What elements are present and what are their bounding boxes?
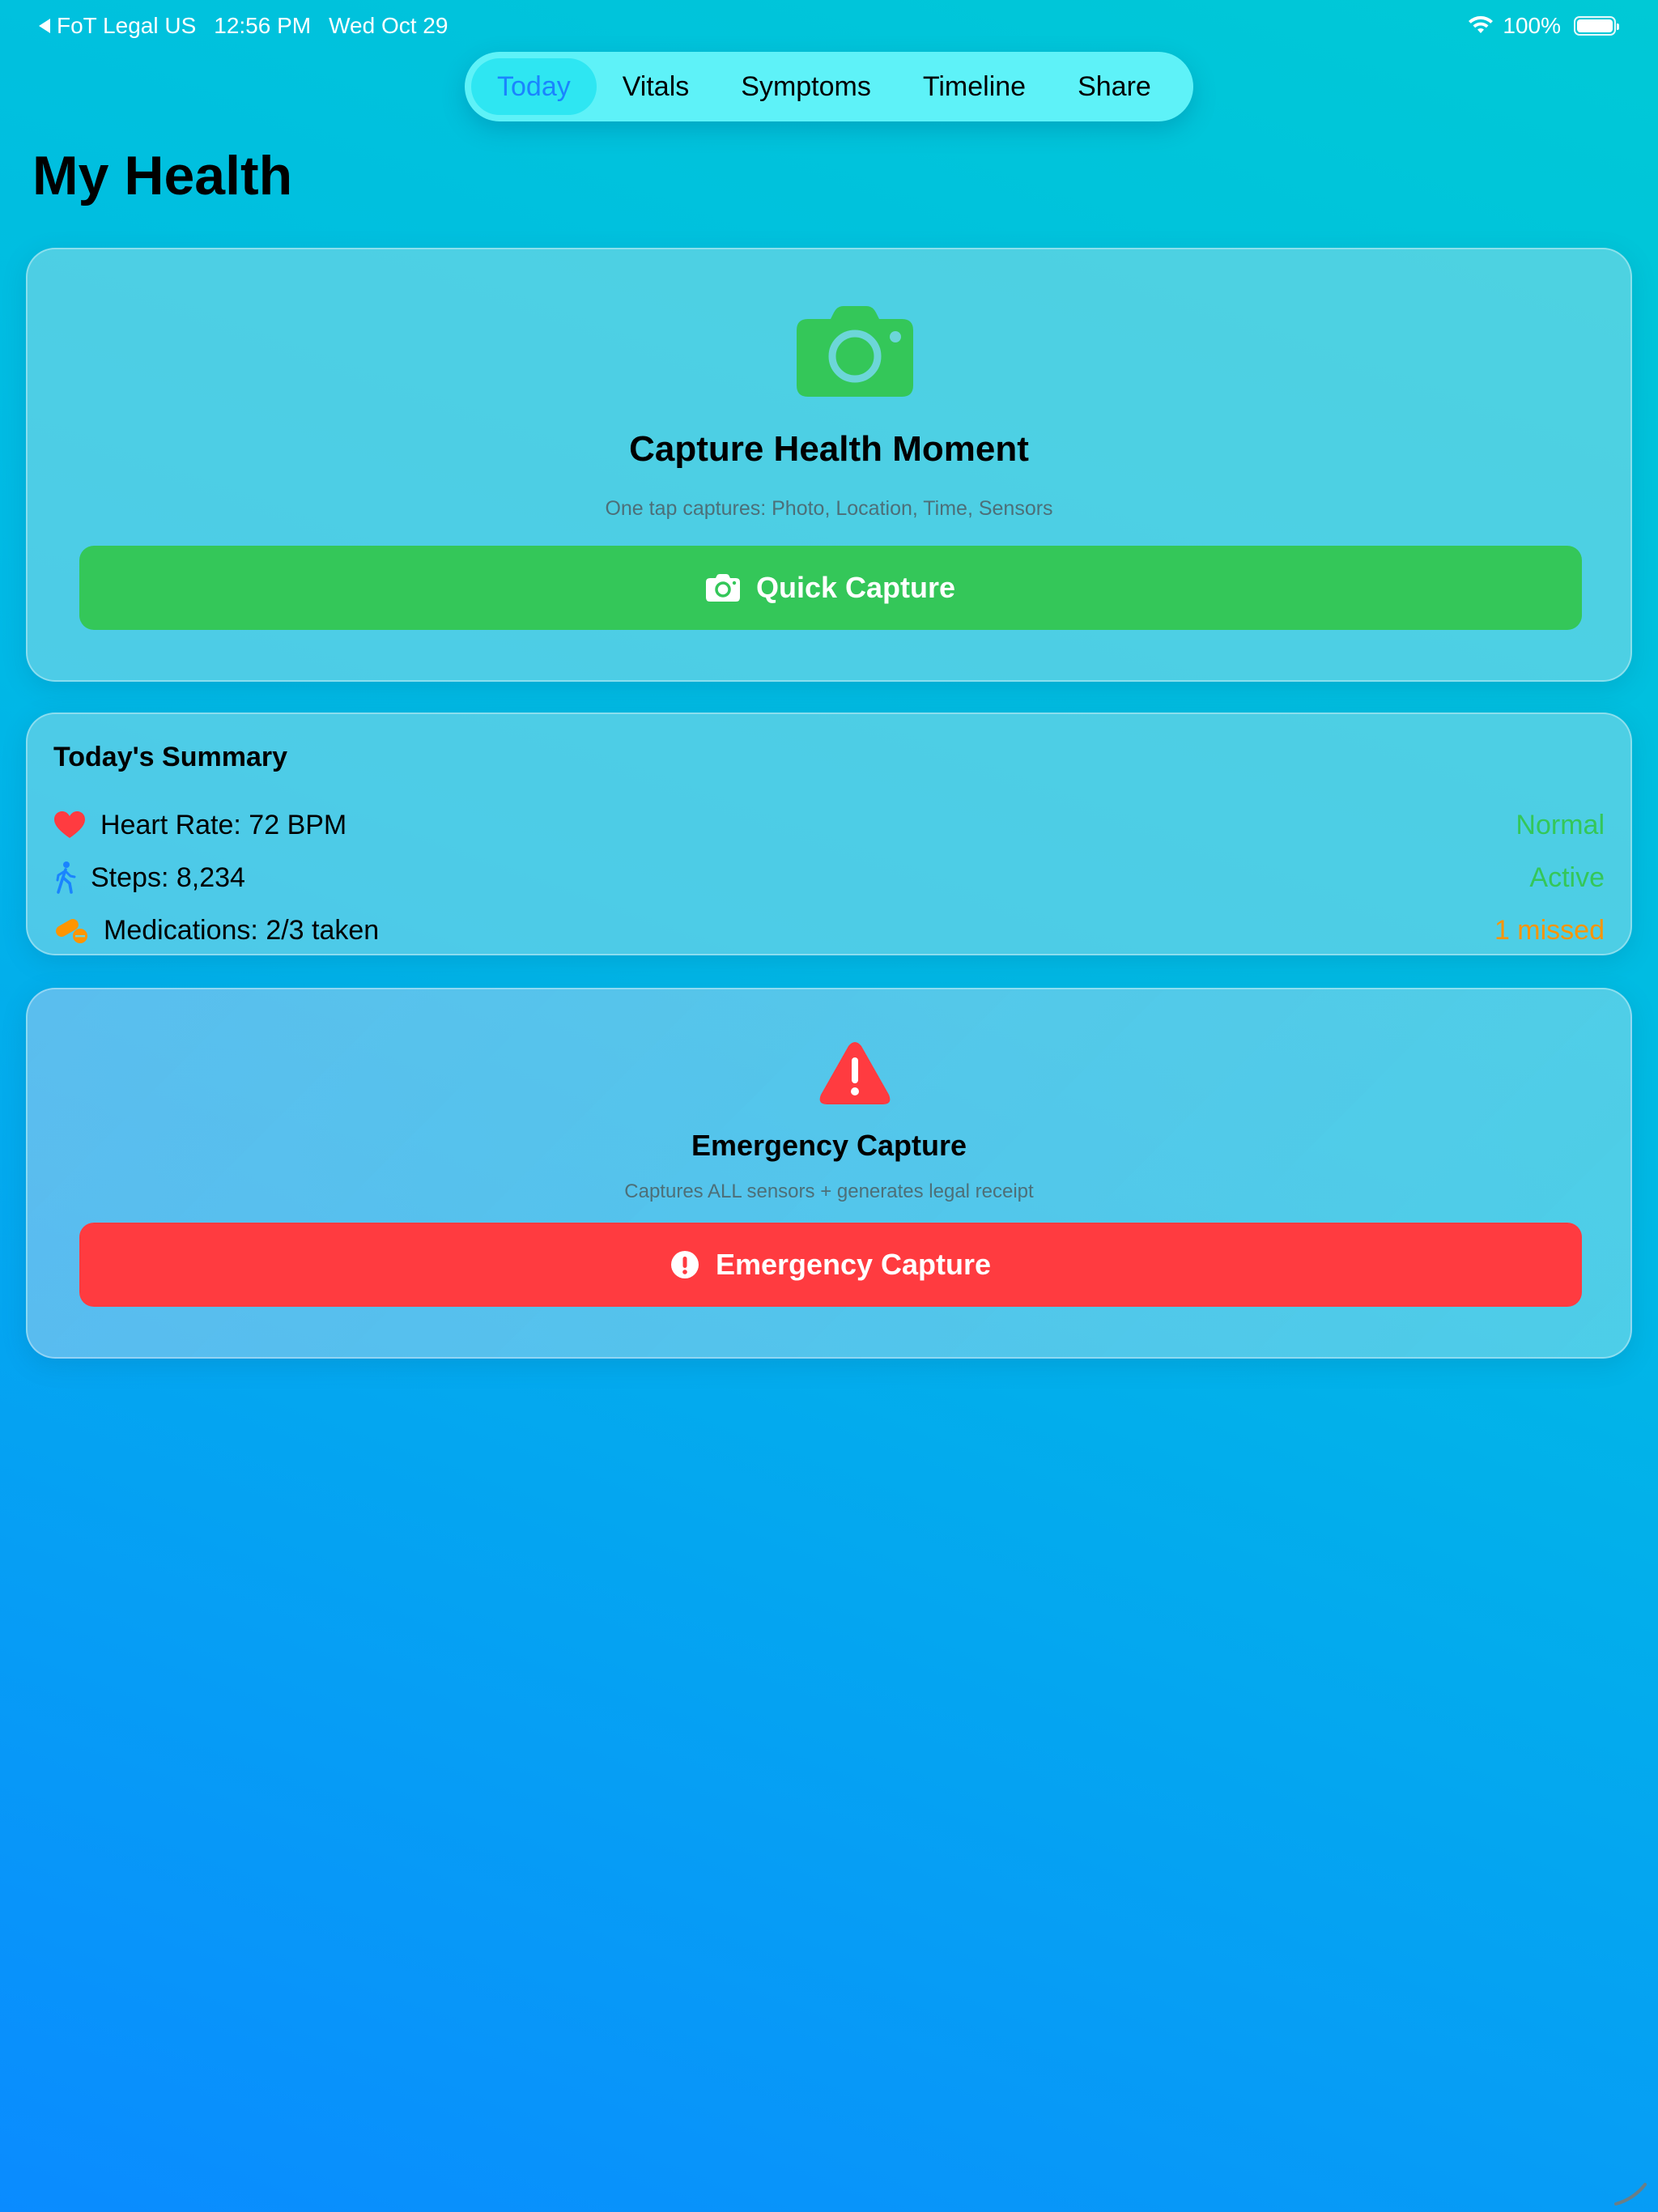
summary-row-steps: Steps: 8,234 Active	[53, 857, 1605, 898]
capture-subtitle: One tap captures: Photo, Location, Time,…	[605, 497, 1053, 520]
camera-icon	[797, 306, 913, 397]
quick-capture-button[interactable]: Quick Capture	[79, 546, 1582, 630]
summary-card: Today's Summary Heart Rate: 72 BPM Norma…	[26, 713, 1632, 955]
emergency-capture-button[interactable]: Emergency Capture	[79, 1223, 1582, 1307]
back-app-label: FoT Legal US	[57, 13, 197, 38]
top-tab-bar: Today Vitals Symptoms Timeline Share	[465, 52, 1193, 121]
medications-label: Medications: 2/3 taken	[104, 914, 380, 946]
heart-rate-label: Heart Rate: 72 BPM	[100, 809, 347, 840]
tab-today[interactable]: Today	[471, 58, 597, 115]
quick-capture-label: Quick Capture	[755, 571, 956, 604]
medications-status: 1 missed	[1494, 914, 1605, 946]
steps-label: Steps: 8,234	[91, 861, 245, 893]
emergency-card: Emergency Capture Captures ALL sensors +…	[26, 988, 1632, 1359]
exclamation-circle-icon	[670, 1251, 699, 1278]
tab-timeline[interactable]: Timeline	[897, 58, 1052, 115]
battery-percent: 100%	[1503, 13, 1561, 38]
back-arrow-icon	[39, 19, 50, 33]
page-title: My Health	[32, 145, 293, 206]
back-to-app-link[interactable]: FoT Legal US	[39, 13, 196, 39]
pills-icon	[53, 914, 89, 946]
tab-symptoms[interactable]: Symptoms	[715, 58, 897, 115]
tab-vitals[interactable]: Vitals	[597, 58, 716, 115]
summary-row-heart-rate: Heart Rate: 72 BPM Normal	[53, 805, 1605, 845]
wifi-icon	[1469, 15, 1494, 33]
battery-icon	[1574, 16, 1619, 36]
status-date: Wed Oct 29	[329, 13, 449, 38]
steps-status: Active	[1529, 861, 1605, 893]
camera-button-icon	[705, 574, 740, 602]
walking-figure-icon	[53, 861, 78, 894]
capture-title: Capture Health Moment	[629, 429, 1029, 469]
status-bar: FoT Legal US 12:56 PM Wed Oct 29 100%	[0, 0, 1658, 52]
emergency-capture-label: Emergency Capture	[715, 1248, 992, 1281]
warning-triangle-icon	[819, 1042, 891, 1104]
tab-share[interactable]: Share	[1052, 58, 1177, 115]
heart-rate-status: Normal	[1516, 809, 1605, 840]
capture-card: Capture Health Moment One tap captures: …	[26, 248, 1632, 682]
summary-row-medications: Medications: 2/3 taken 1 missed	[53, 910, 1605, 951]
emergency-subtitle: Captures ALL sensors + generates legal r…	[624, 1180, 1034, 1202]
heart-icon	[53, 809, 86, 841]
status-time: 12:56 PM	[214, 13, 312, 38]
emergency-title: Emergency Capture	[691, 1129, 967, 1162]
resize-corner-icon	[1614, 2183, 1647, 2206]
summary-title: Today's Summary	[53, 742, 287, 772]
